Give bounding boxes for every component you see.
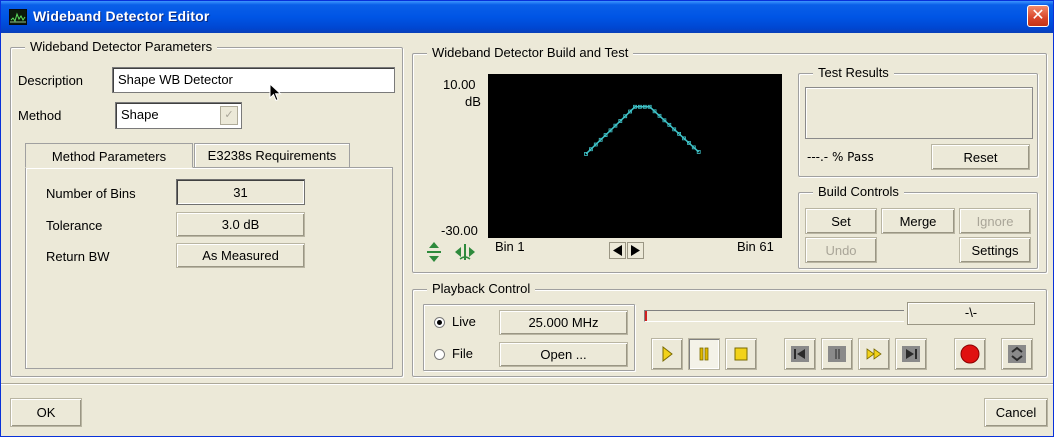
y-axis-bottom-label: -30.00 [441, 223, 478, 238]
file-label: File [452, 346, 473, 361]
pause-button[interactable] [688, 338, 720, 370]
live-frequency-button[interactable]: 25.000 MHz [499, 310, 628, 335]
ok-button[interactable]: OK [10, 398, 82, 427]
step-button[interactable] [821, 338, 853, 370]
detector-parameters-legend: Wideband Detector Parameters [25, 39, 218, 54]
set-button[interactable]: Set [805, 208, 877, 234]
y-axis-top-label: 10.00 [443, 77, 476, 92]
return-bw-label: Return BW [46, 249, 110, 264]
file-radio[interactable] [434, 349, 445, 360]
title-bar[interactable]: Wideband Detector Editor ✕ [1, 1, 1053, 33]
playback-progress-marker [645, 311, 647, 321]
number-of-bins-label: Number of Bins [46, 186, 136, 201]
fast-forward-button[interactable] [858, 338, 890, 370]
record-icon [960, 344, 980, 364]
build-controls-legend: Build Controls [813, 184, 904, 199]
scroll-right-button[interactable] [627, 242, 644, 259]
detector-shape-chart [584, 104, 701, 156]
skip-start-icon [791, 346, 809, 362]
window-title: Wideband Detector Editor [33, 8, 210, 24]
stop-icon [734, 347, 748, 361]
method-label: Method [18, 108, 62, 123]
horizontal-zoom-icon[interactable] [454, 241, 476, 263]
arrow-left-icon [613, 245, 622, 256]
fast-forward-icon [866, 348, 882, 360]
skip-to-end-button[interactable] [895, 338, 927, 370]
play-icon [662, 345, 673, 363]
detector-shape-series [585, 106, 700, 155]
method-select[interactable]: Shape ✓ [115, 102, 242, 129]
stop-button[interactable] [725, 338, 757, 370]
close-button[interactable]: ✕ [1027, 5, 1049, 27]
method-select-value: Shape [121, 107, 159, 122]
mouse-cursor-icon [269, 83, 282, 102]
skip-to-start-button[interactable] [784, 338, 816, 370]
skip-end-icon [902, 346, 920, 362]
test-results-legend: Test Results [813, 65, 894, 80]
record-button[interactable] [954, 338, 986, 370]
footer-separator [1, 383, 1053, 385]
vertical-zoom-icon[interactable] [425, 241, 443, 263]
tolerance-field[interactable]: 3.0 dB [176, 212, 305, 237]
playback-progress-bar[interactable] [644, 310, 904, 322]
playback-status-display: -\- [907, 302, 1035, 325]
playback-control-legend: Playback Control [427, 281, 536, 296]
tab-method-parameters[interactable]: Method Parameters [25, 143, 193, 168]
app-icon [9, 9, 27, 25]
detector-shape-points [584, 104, 701, 156]
ignore-button[interactable]: Ignore [959, 208, 1031, 234]
loop-icon [1008, 345, 1026, 363]
tolerance-label: Tolerance [46, 218, 103, 233]
step-icon [828, 346, 846, 362]
live-label: Live [452, 314, 476, 329]
description-label: Description [18, 73, 84, 88]
settings-button[interactable]: Settings [959, 237, 1031, 263]
number-of-bins-field[interactable]: 31 [176, 179, 305, 205]
return-bw-field[interactable]: As Measured [176, 243, 305, 268]
pass-percentage-text: ---.- % Pass [807, 150, 874, 164]
play-button[interactable] [651, 338, 683, 370]
reset-button[interactable]: Reset [931, 144, 1030, 170]
live-radio[interactable] [434, 317, 445, 328]
chevron-down-icon[interactable]: ✓ [220, 106, 238, 125]
open-file-button[interactable]: Open ... [499, 342, 628, 367]
test-results-display [805, 87, 1033, 139]
description-field[interactable]: Shape WB Detector [112, 67, 395, 93]
loop-button[interactable] [1001, 338, 1033, 370]
tab-e3238s-requirements[interactable]: E3238s Requirements [194, 143, 350, 167]
dialog-window: Wideband Detector Editor ✕ Wideband Dete… [0, 0, 1054, 437]
cancel-button[interactable]: Cancel [984, 398, 1048, 427]
x-axis-left-label: Bin 1 [495, 239, 525, 254]
undo-button[interactable]: Undo [805, 237, 877, 263]
detector-shape-plot[interactable] [488, 74, 782, 238]
x-axis-right-label: Bin 61 [737, 239, 774, 254]
arrow-right-icon [631, 245, 640, 256]
pause-icon [699, 347, 709, 361]
y-axis-unit-label: dB [465, 94, 481, 109]
scroll-left-button[interactable] [609, 242, 626, 259]
merge-button[interactable]: Merge [881, 208, 955, 234]
build-and-test-legend: Wideband Detector Build and Test [427, 45, 634, 60]
